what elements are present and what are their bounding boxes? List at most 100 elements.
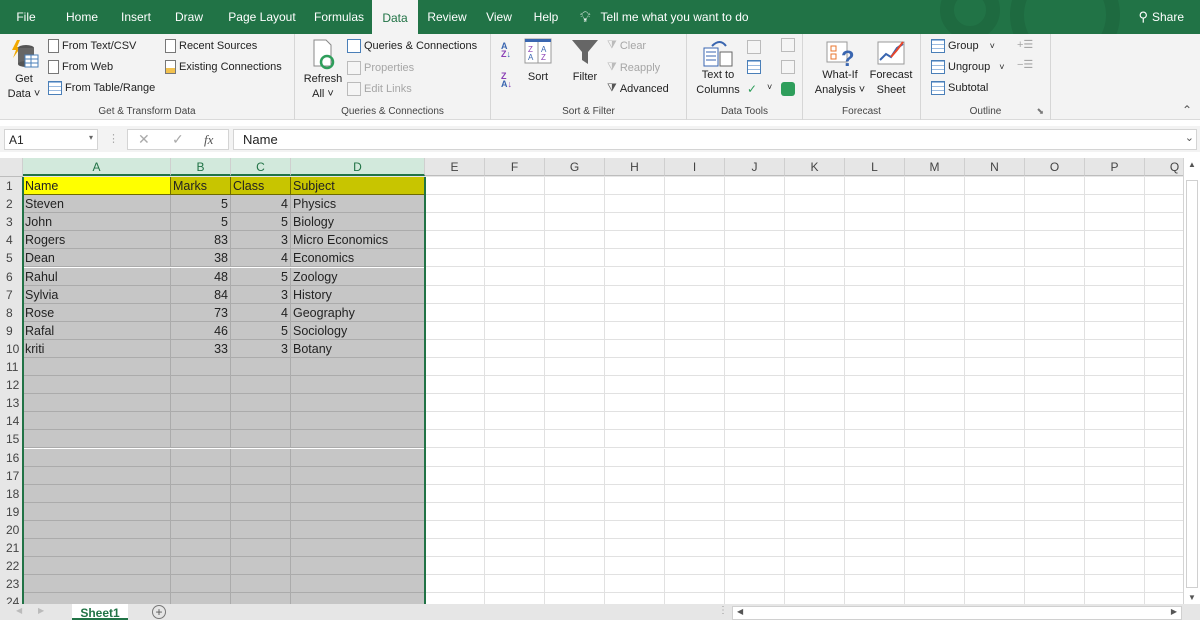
cell-f5[interactable] — [485, 249, 545, 268]
what-if-analysis-button[interactable]: ? What-If Analysis ˅ — [811, 38, 869, 98]
cell-o16[interactable] — [1025, 448, 1085, 467]
cell-o24[interactable] — [1025, 593, 1085, 604]
cell-e3[interactable] — [425, 213, 485, 232]
row-header-2[interactable]: 2 — [0, 195, 22, 214]
cell-c22[interactable] — [231, 557, 291, 576]
cell-l11[interactable] — [845, 358, 905, 377]
tab-insert[interactable]: Insert — [112, 0, 160, 34]
cell-e12[interactable] — [425, 376, 485, 395]
sort-z-to-a-button[interactable]: Z A↓ — [501, 72, 512, 89]
cell-h2[interactable] — [605, 195, 665, 214]
row-header-24[interactable]: 24 — [0, 593, 22, 604]
cell-f19[interactable] — [485, 502, 545, 521]
cell-c14[interactable] — [231, 412, 291, 431]
cell-l13[interactable] — [845, 394, 905, 413]
cell-a23[interactable] — [23, 575, 171, 594]
cell-b9[interactable]: 46 — [171, 321, 231, 340]
queries-connections-button[interactable]: Queries & Connections — [347, 39, 477, 53]
cell-l5[interactable] — [845, 249, 905, 268]
forecast-sheet-button[interactable]: Forecast Sheet — [867, 38, 915, 98]
cell-k4[interactable] — [785, 231, 845, 250]
insert-function-icon[interactable]: fx — [204, 132, 213, 148]
cell-j19[interactable] — [725, 502, 785, 521]
column-header-d[interactable]: D — [291, 158, 425, 176]
tab-page-layout[interactable]: Page Layout — [218, 0, 306, 34]
cell-a11[interactable] — [23, 358, 171, 377]
cell-i15[interactable] — [665, 430, 725, 449]
cell-e16[interactable] — [425, 448, 485, 467]
cell-h7[interactable] — [605, 285, 665, 304]
cell-l7[interactable] — [845, 285, 905, 304]
cell-f23[interactable] — [485, 575, 545, 594]
cell-b23[interactable] — [171, 575, 231, 594]
cell-e24[interactable] — [425, 593, 485, 604]
cell-a19[interactable] — [23, 502, 171, 521]
cell-h23[interactable] — [605, 575, 665, 594]
cell-k24[interactable] — [785, 593, 845, 604]
cell-o9[interactable] — [1025, 321, 1085, 340]
cell-k16[interactable] — [785, 448, 845, 467]
existing-connections-button[interactable]: Existing Connections — [165, 60, 282, 74]
column-header-m[interactable]: M — [905, 158, 965, 176]
cell-d11[interactable] — [291, 358, 425, 377]
row-header-10[interactable]: 10 — [0, 339, 22, 358]
cell-i9[interactable] — [665, 321, 725, 340]
cell-p21[interactable] — [1085, 539, 1145, 558]
cell-n8[interactable] — [965, 303, 1025, 322]
cell-g22[interactable] — [545, 557, 605, 576]
sort-a-to-z-button[interactable]: A Z↓ — [501, 42, 511, 59]
cell-p8[interactable] — [1085, 303, 1145, 322]
cell-j12[interactable] — [725, 376, 785, 395]
cell-d3[interactable]: Biology — [291, 213, 425, 232]
cell-g9[interactable] — [545, 321, 605, 340]
clear-filter-button[interactable]: ⧩ Clear — [607, 39, 646, 52]
cell-j20[interactable] — [725, 520, 785, 539]
cell-j24[interactable] — [725, 593, 785, 604]
cell-j7[interactable] — [725, 285, 785, 304]
cell-g20[interactable] — [545, 520, 605, 539]
cell-l18[interactable] — [845, 484, 905, 503]
cell-h15[interactable] — [605, 430, 665, 449]
cell-e2[interactable] — [425, 195, 485, 214]
cell-e23[interactable] — [425, 575, 485, 594]
cell-a7[interactable]: Sylvia — [23, 285, 171, 304]
filter-button[interactable]: Filter — [567, 38, 603, 85]
cell-m18[interactable] — [905, 484, 965, 503]
cell-g4[interactable] — [545, 231, 605, 250]
cell-a14[interactable] — [23, 412, 171, 431]
cell-f15[interactable] — [485, 430, 545, 449]
cell-d20[interactable] — [291, 520, 425, 539]
cell-f8[interactable] — [485, 303, 545, 322]
sheet-tab-sheet1[interactable]: Sheet1 — [72, 604, 128, 620]
scroll-left-icon[interactable]: ◀ — [737, 607, 743, 616]
cell-a20[interactable] — [23, 520, 171, 539]
cell-i18[interactable] — [665, 484, 725, 503]
cell-c21[interactable] — [231, 539, 291, 558]
cell-p15[interactable] — [1085, 430, 1145, 449]
cell-i24[interactable] — [665, 593, 725, 604]
cell-p17[interactable] — [1085, 466, 1145, 485]
cell-p3[interactable] — [1085, 213, 1145, 232]
cell-e9[interactable] — [425, 321, 485, 340]
cell-n17[interactable] — [965, 466, 1025, 485]
cell-e22[interactable] — [425, 557, 485, 576]
cell-a22[interactable] — [23, 557, 171, 576]
horizontal-scrollbar[interactable]: ◀ ▶ — [732, 606, 1182, 620]
cell-k20[interactable] — [785, 520, 845, 539]
cell-b24[interactable] — [171, 593, 231, 604]
cell-d2[interactable]: Physics — [291, 195, 425, 214]
cell-m1[interactable] — [905, 177, 965, 196]
cell-k8[interactable] — [785, 303, 845, 322]
cell-m9[interactable] — [905, 321, 965, 340]
collapse-ribbon-icon[interactable]: ⌃ — [1182, 103, 1192, 117]
text-to-columns-button[interactable]: Text to Columns — [693, 38, 743, 98]
cell-n3[interactable] — [965, 213, 1025, 232]
cell-d22[interactable] — [291, 557, 425, 576]
cell-f3[interactable] — [485, 213, 545, 232]
cell-i20[interactable] — [665, 520, 725, 539]
cell-d8[interactable]: Geography — [291, 303, 425, 322]
cell-h5[interactable] — [605, 249, 665, 268]
cell-h11[interactable] — [605, 358, 665, 377]
cell-m10[interactable] — [905, 339, 965, 358]
cell-j21[interactable] — [725, 539, 785, 558]
